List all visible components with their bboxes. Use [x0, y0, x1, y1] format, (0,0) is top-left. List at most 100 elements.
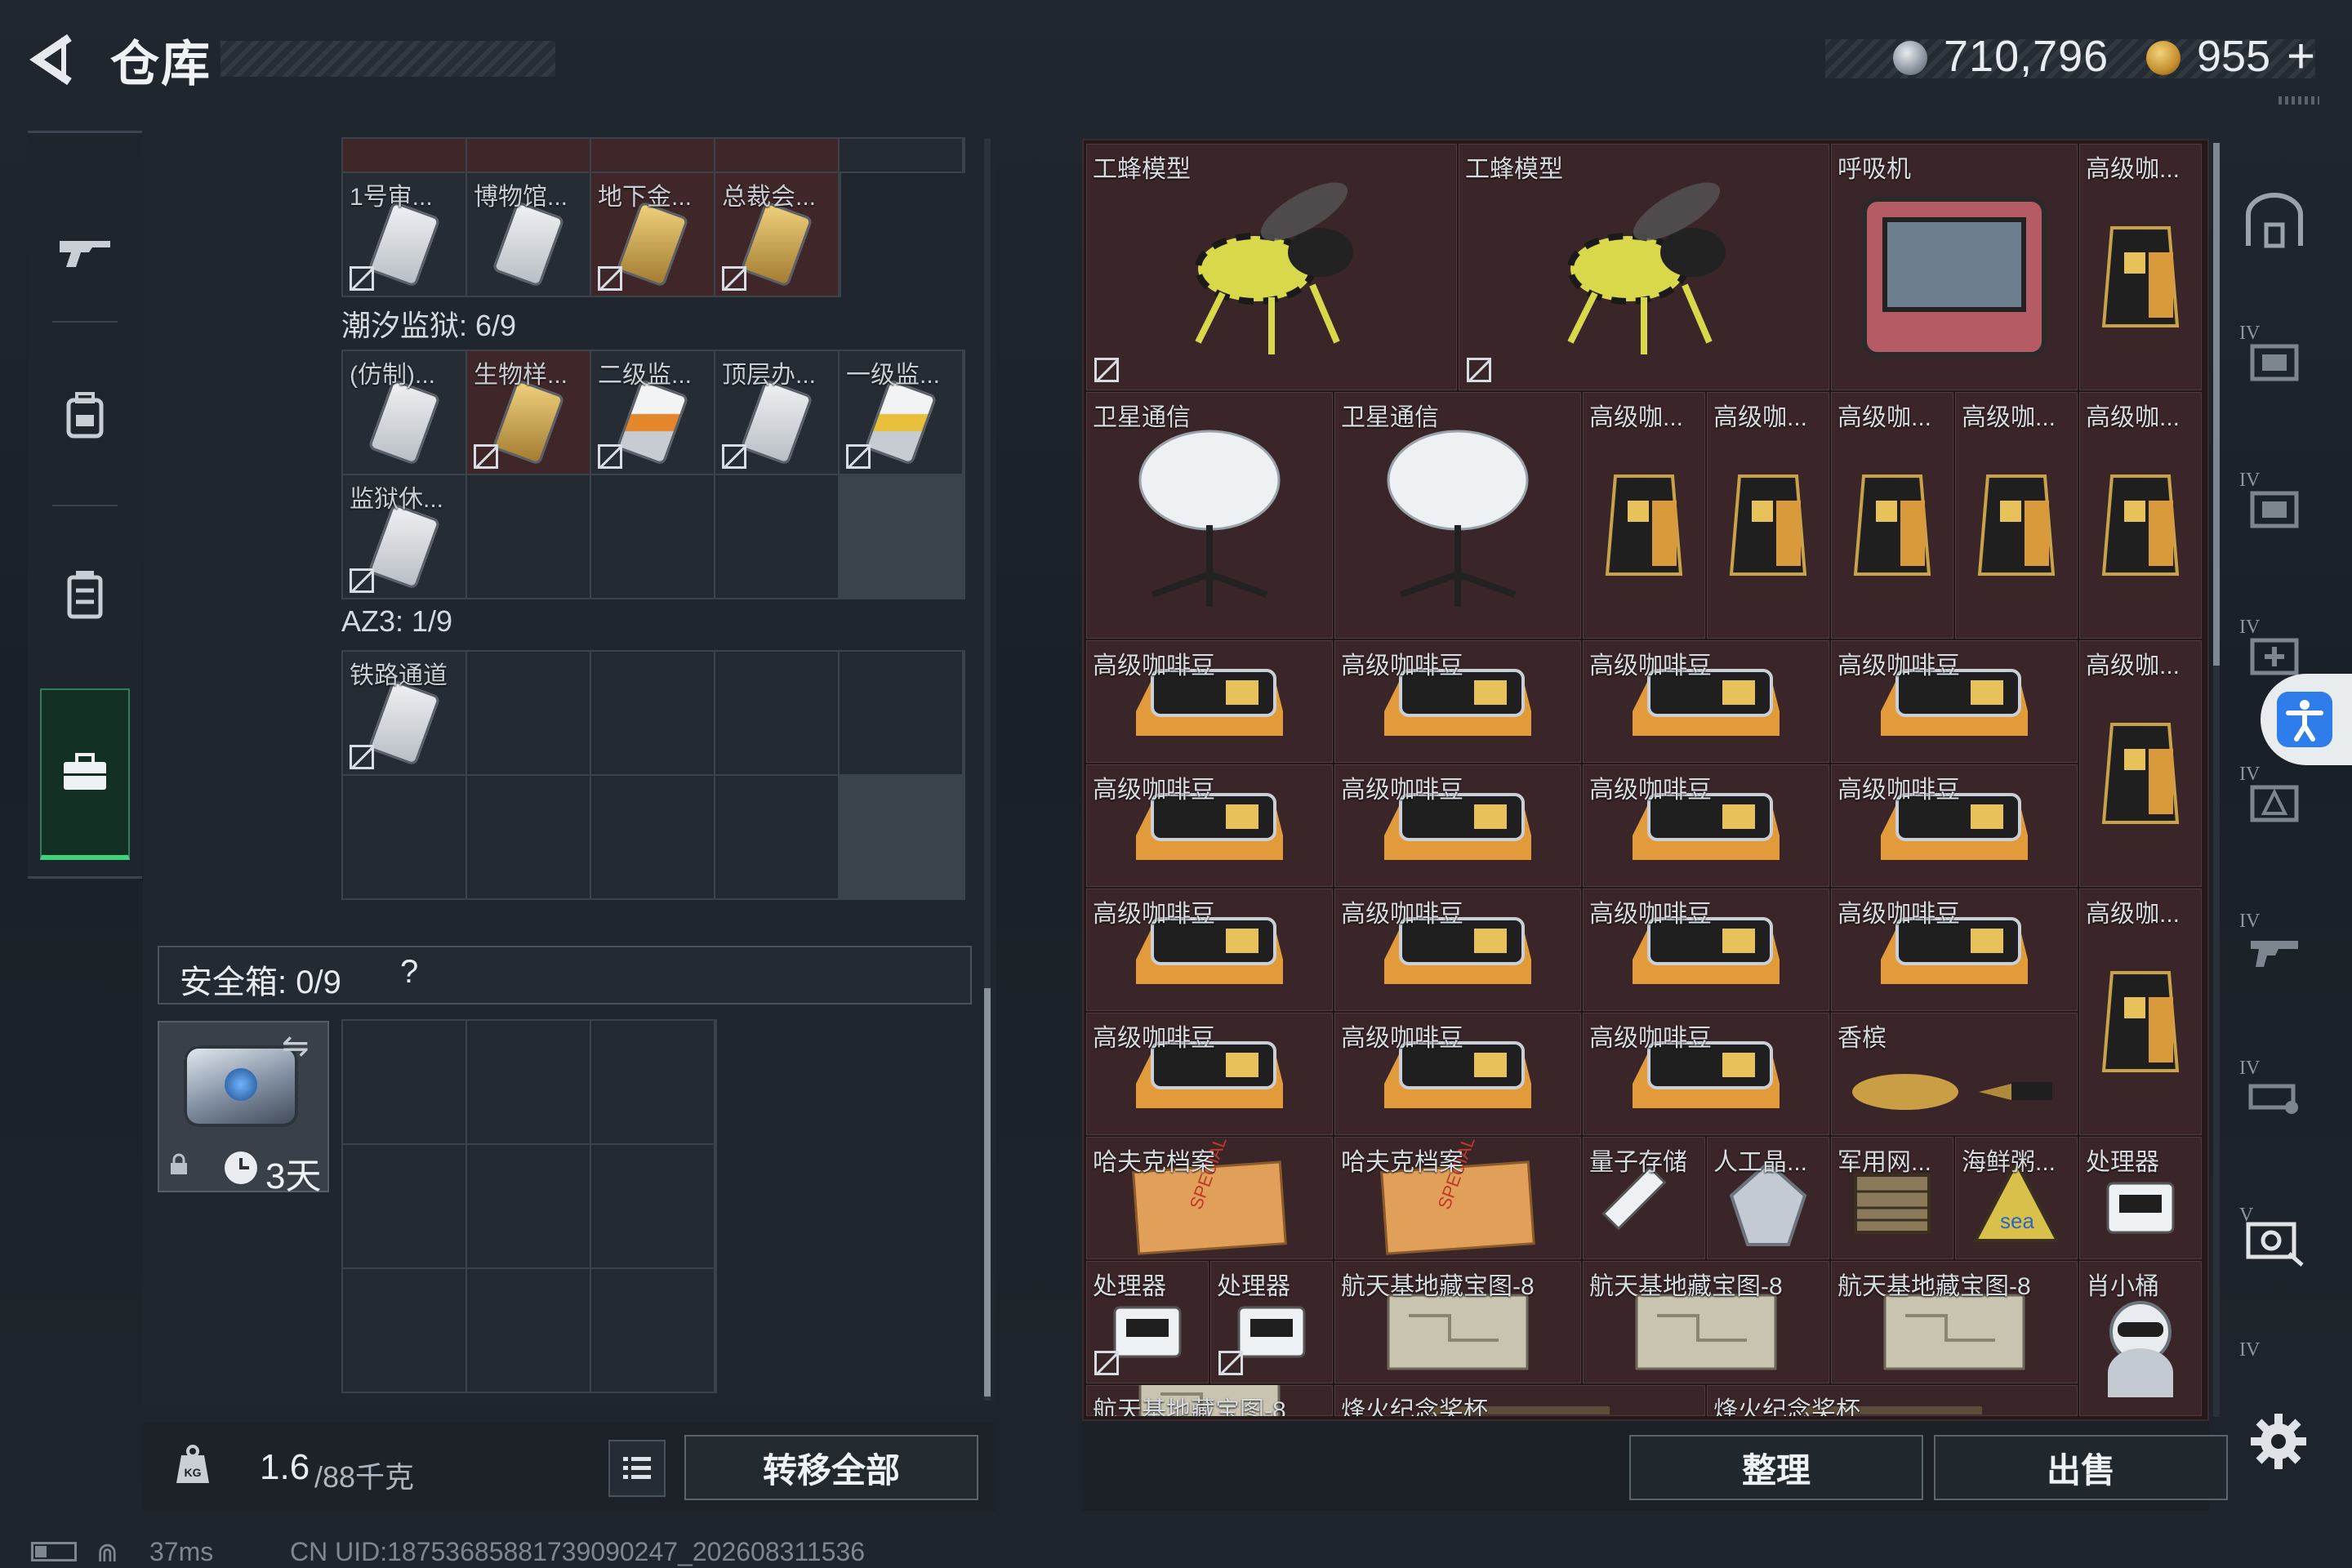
item-keycard[interactable]: 二级监...	[591, 351, 714, 474]
warehouse-item-coffee-bag[interactable]: 高级咖...	[1955, 392, 2078, 639]
warehouse-item-crystal[interactable]: 人工晶...	[1707, 1137, 1829, 1259]
backpack-scroll-thumb[interactable]	[984, 988, 991, 1396]
warehouse-item-coffee-box[interactable]: 高级咖啡豆	[1583, 640, 1829, 763]
warehouse-item-coffee-bag[interactable]: 高级咖...	[1583, 392, 1705, 639]
warehouse-item-coffee-bag[interactable]: 高级咖...	[2079, 640, 2202, 887]
warehouse-item-bee[interactable]: 工蜂模型	[1086, 144, 1457, 390]
warehouse-item-processor[interactable]: 处理器	[1210, 1261, 1333, 1383]
warehouse-item-seafood[interactable]: sea 海鲜粥...	[1955, 1137, 2078, 1259]
grid-cell[interactable]	[591, 1145, 714, 1267]
warehouse-tab[interactable]: IV	[2238, 911, 2311, 984]
warehouse-item-processor[interactable]: 处理器	[1086, 1261, 1209, 1383]
grid-cell[interactable]	[467, 1269, 590, 1392]
grid-cell[interactable]	[840, 652, 962, 774]
warehouse-item-ventilator[interactable]: 呼吸机	[1831, 144, 2078, 390]
grid-cell[interactable]	[715, 652, 838, 774]
grid-cell[interactable]	[343, 1145, 466, 1267]
sell-button[interactable]: 出售	[1934, 1435, 2228, 1500]
grid-cell[interactable]	[343, 1269, 466, 1392]
warehouse-item-trophy[interactable]: 烽火纪念奖杯	[1334, 1385, 1705, 1416]
grid-cell[interactable]	[467, 1021, 590, 1143]
warehouse-item-coffee-bag[interactable]: 高级咖...	[2079, 144, 2202, 390]
warehouse-item-coffee-box[interactable]: 高级咖啡豆	[1086, 640, 1333, 763]
grid-cell[interactable]	[715, 475, 838, 598]
grid-cell[interactable]	[467, 652, 590, 774]
warehouse-tab[interactable]: V	[2238, 1205, 2311, 1278]
warehouse-item-coffee-box[interactable]: 高级咖啡豆	[1086, 889, 1333, 1011]
warehouse-scroll-thumb[interactable]	[2213, 143, 2220, 666]
warehouse-item-trophy[interactable]: 烽火纪念奖杯	[1707, 1385, 2078, 1416]
warehouse-item-coffee-box[interactable]: 高级咖啡豆	[1334, 640, 1581, 763]
warehouse-tab[interactable]: IV	[2238, 1058, 2311, 1131]
grid-cell[interactable]	[343, 776, 466, 898]
grid-cell[interactable]	[467, 475, 590, 598]
warehouse-item-coffee-box[interactable]: 高级咖啡豆	[1334, 764, 1581, 887]
grid-cell[interactable]	[591, 475, 714, 598]
grid-cell[interactable]	[591, 776, 714, 898]
nav-supplies[interactable]	[28, 509, 142, 680]
item-keycard[interactable]: 地下金...	[591, 173, 714, 296]
item-keycard[interactable]: 一级监...	[840, 351, 962, 474]
list-view-button[interactable]	[608, 1440, 666, 1497]
warehouse-item-map[interactable]: 航天基地藏宝图-8	[1583, 1261, 1829, 1383]
warehouse-item-coffee-bag[interactable]: 高级咖...	[1707, 392, 1829, 639]
warehouse-item-coffee-box[interactable]: 高级咖啡豆	[1086, 1013, 1333, 1135]
warehouse-item-figure[interactable]: 肖小桶	[2079, 1261, 2202, 1416]
warehouse-item-circuit[interactable]: 军用网...	[1831, 1137, 1953, 1259]
warehouse-item-coffee-box[interactable]: 高级咖啡豆	[1831, 889, 2078, 1011]
warehouse-tab[interactable]: IV	[2238, 764, 2311, 837]
grid-cell[interactable]	[840, 139, 962, 172]
warehouse-item-satellite[interactable]: 卫星通信	[1334, 392, 1581, 639]
warehouse-item-champagne[interactable]: 香槟	[1831, 1013, 2078, 1135]
grid-cell[interactable]	[715, 139, 838, 172]
warehouse-item-coffee-box[interactable]: 高级咖啡豆	[1583, 1013, 1829, 1135]
grid-cell[interactable]	[591, 139, 714, 172]
item-keycard[interactable]: 1号审...	[343, 173, 466, 296]
warehouse-tab[interactable]	[2238, 184, 2311, 257]
nav-gear[interactable]	[28, 329, 142, 501]
nav-weapon[interactable]	[28, 166, 142, 337]
warehouse-item-map[interactable]: 航天基地藏宝图-8	[1086, 1385, 1333, 1416]
warehouse-item-map[interactable]: 航天基地藏宝图-8	[1831, 1261, 2078, 1383]
warehouse-item-coffee-bag[interactable]: 高级咖...	[2079, 392, 2202, 639]
item-keycard[interactable]: (仿制)...	[343, 351, 466, 474]
add-currency-button[interactable]: +	[2287, 28, 2315, 84]
warehouse-item-usb[interactable]: 量子存储	[1583, 1137, 1705, 1259]
grid-cell[interactable]	[591, 1021, 714, 1143]
warehouse-item-satellite[interactable]: 卫星通信	[1086, 392, 1333, 639]
item-keycard[interactable]: 顶层办...	[715, 351, 838, 474]
item-keycard[interactable]: 铁路通道	[343, 652, 466, 774]
grid-cell[interactable]	[715, 776, 838, 898]
transfer-all-button[interactable]: 转移全部	[684, 1435, 978, 1500]
nav-case[interactable]	[40, 688, 130, 860]
item-keycard[interactable]: 博物馆...	[467, 173, 590, 296]
warehouse-item-folder[interactable]: SPECIAL 哈夫克档案	[1086, 1137, 1333, 1259]
warehouse-item-coffee-box[interactable]: 高级咖啡豆	[1334, 889, 1581, 1011]
item-keycard[interactable]: 总裁会...	[715, 173, 838, 296]
warehouse-item-coffee-box[interactable]: 高级咖啡豆	[1086, 764, 1333, 887]
grid-cell[interactable]	[591, 1269, 714, 1392]
warehouse-item-coffee-bag[interactable]: 高级咖...	[2079, 889, 2202, 1135]
warehouse-item-coffee-box[interactable]: 高级咖啡豆	[1831, 764, 2078, 887]
warehouse-item-bee[interactable]: 工蜂模型	[1459, 144, 1829, 390]
safe-box-help-button[interactable]: ?	[400, 954, 418, 991]
warehouse-item-coffee-box[interactable]: 高级咖啡豆	[1583, 764, 1829, 887]
warehouse-tab[interactable]: IV	[2238, 470, 2311, 543]
warehouse-item-coffee-box[interactable]: 高级咖啡豆	[1583, 889, 1829, 1011]
warehouse-item-processor[interactable]: 处理器	[2079, 1137, 2202, 1259]
grid-cell[interactable]	[467, 1145, 590, 1267]
grid-cell[interactable]	[467, 776, 590, 898]
grid-cell[interactable]	[343, 1021, 466, 1143]
grid-cell[interactable]	[591, 652, 714, 774]
settings-gear-icon[interactable]	[2246, 1409, 2311, 1474]
grid-cell[interactable]	[343, 139, 466, 172]
warehouse-item-coffee-box[interactable]: 高级咖啡豆	[1334, 1013, 1581, 1135]
swap-icon[interactable]: ⇋	[282, 1027, 310, 1065]
item-keycard[interactable]: 监狱休...	[343, 475, 466, 598]
grid-cell[interactable]	[467, 139, 590, 172]
warehouse-tab[interactable]: IV	[2238, 1339, 2311, 1372]
sort-button[interactable]: 整理	[1629, 1435, 1923, 1500]
warehouse-item-map[interactable]: 航天基地藏宝图-8	[1334, 1261, 1581, 1383]
item-keycard[interactable]: 生物样...	[467, 351, 590, 474]
warehouse-item-folder[interactable]: SPECIAL 哈夫克档案	[1334, 1137, 1581, 1259]
